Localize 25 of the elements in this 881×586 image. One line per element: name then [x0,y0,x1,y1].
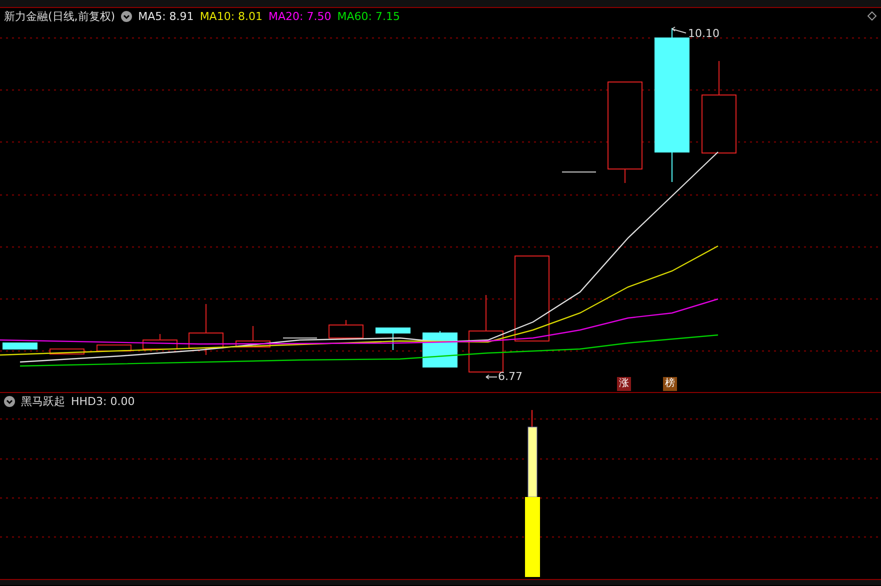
indicator-value: HHD3: 0.00 [71,394,135,408]
ma-label: MA5: 8.91 [138,10,194,22]
chevron-circle-icon[interactable] [121,10,132,22]
stock-title: 新力金融(日线,前复权) [4,8,116,24]
arrow-icon [486,374,498,380]
diamond-icon[interactable] [867,11,877,21]
candlestick [96,344,132,352]
chevron-circle-icon[interactable] [4,396,15,406]
candlestick [142,334,178,350]
candlestick [2,342,38,350]
indicator-title: 黑马跃起 [21,394,65,408]
arrow-icon [672,26,686,34]
low-price-label: 6.77 [498,370,522,383]
candlestick [236,326,270,348]
candlestick [328,320,364,338]
signal-badge: 涨 [617,377,631,391]
candlestick [422,330,458,368]
ma-label: MA10: 8.01 [200,10,263,22]
ma-label: MA20: 7.50 [268,10,332,22]
candlestick [376,328,410,350]
ma-label: MA60: 7.15 [337,10,400,22]
candlestick [188,304,224,356]
signal-badge: 榜 [663,377,677,391]
high-price-label: 10.10 [688,27,720,40]
candlestick [50,348,84,354]
